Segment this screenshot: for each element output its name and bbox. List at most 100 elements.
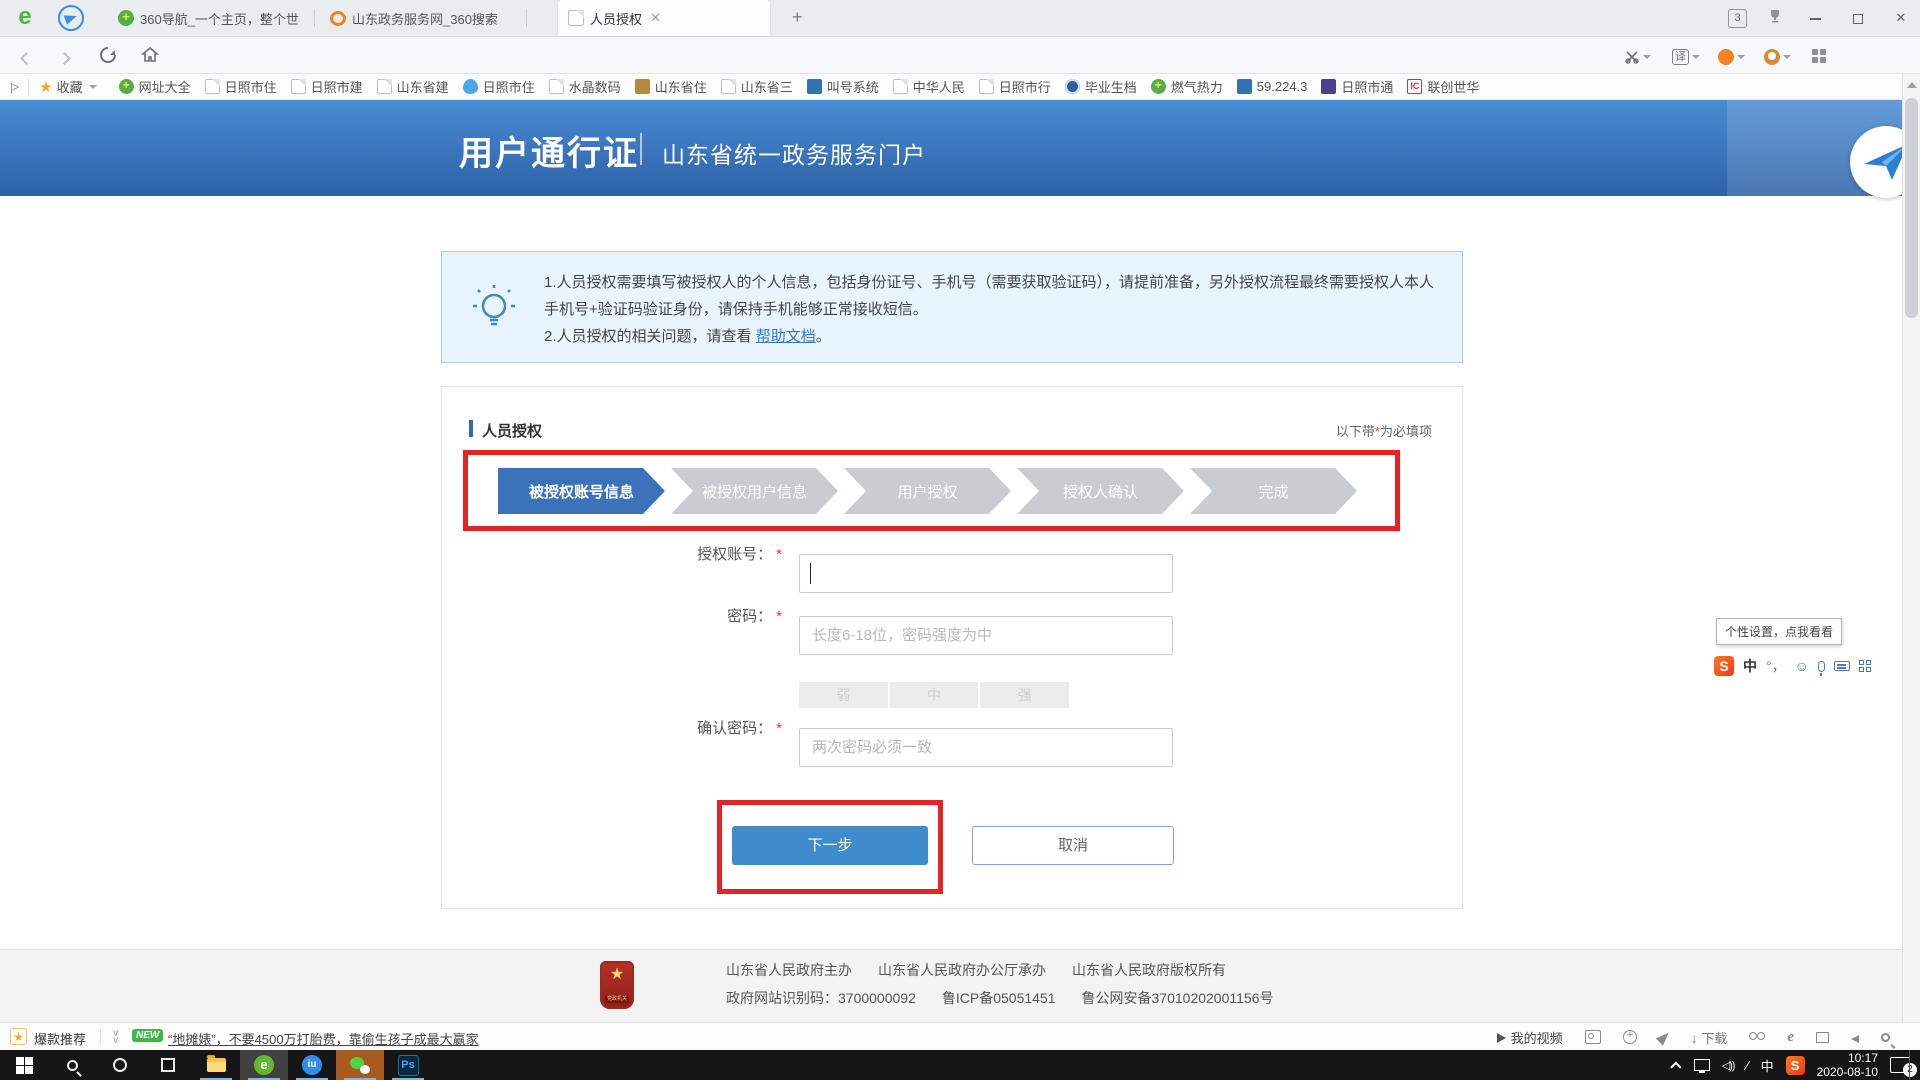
rewards-trophy-icon[interactable]	[1760, 8, 1790, 28]
taskbar-clock[interactable]: 10:17 2020-08-10	[1817, 1051, 1878, 1079]
ime-punctuation-icon[interactable]: °，	[1766, 658, 1786, 674]
show-desktop-strip[interactable]	[1909, 1050, 1914, 1080]
speedup-icon[interactable]	[1623, 1030, 1637, 1044]
bookmark-item[interactable]: 59.224.3	[1237, 79, 1308, 94]
taskbar-search-button[interactable]	[48, 1050, 96, 1080]
close-button[interactable]: ✕	[1886, 8, 1916, 28]
new-tab-button[interactable]: +	[792, 7, 803, 28]
mute-speaker-icon[interactable]	[1851, 1035, 1859, 1043]
wechat-button[interactable]	[336, 1050, 384, 1080]
next-step-button[interactable]: 下一步	[732, 826, 928, 865]
boost-rocket-icon[interactable]	[1656, 1029, 1672, 1045]
bookmark-item[interactable]: 山东省住	[635, 77, 707, 96]
bookmark-item[interactable]: 日照市住	[205, 77, 277, 96]
file-explorer-button[interactable]	[192, 1050, 240, 1080]
bookmark-item[interactable]: 日照市住	[463, 77, 535, 96]
game-center-button[interactable]	[1718, 49, 1745, 65]
notice-text: 1.人员授权需要填写被授权人的个人信息，包括身份证号、手机号（需要获取验证码），…	[544, 269, 1444, 350]
ime-lang-indicator[interactable]: 中	[1761, 1056, 1774, 1075]
bookmark-item[interactable]: 日照市通	[1321, 77, 1393, 96]
ime-mode-chinese[interactable]: 中	[1743, 658, 1757, 674]
ime-keyboard-icon[interactable]	[1834, 661, 1850, 671]
account-input[interactable]	[799, 554, 1173, 593]
download-button[interactable]: ↓ 下载	[1691, 1028, 1728, 1047]
home-icon[interactable]	[141, 46, 159, 69]
bookmarks-expand-icon[interactable]: |>	[10, 80, 18, 94]
bookmark-item[interactable]: 网址大全	[119, 77, 191, 96]
promo-label[interactable]: 爆款推荐	[34, 1029, 86, 1048]
bookmark-item[interactable]: 水晶数码	[549, 77, 621, 96]
bookmark-item[interactable]: 叫号系统	[807, 77, 879, 96]
chevron-down-icon[interactable]	[1643, 55, 1651, 59]
apps-grid-button[interactable]	[1812, 49, 1826, 63]
tab-personnel-auth[interactable]: 人员授权 ✕	[558, 0, 770, 36]
my-video-button[interactable]: 我的视频	[1497, 1028, 1563, 1047]
screenshot-tool-button[interactable]	[1624, 49, 1651, 65]
ime-toolbox-icon[interactable]	[1859, 660, 1872, 673]
bookmark-label: 日照市通	[1341, 77, 1393, 96]
scroll-up-icon[interactable]	[1907, 82, 1917, 88]
minimize-button[interactable]	[1800, 8, 1830, 28]
bookmark-item[interactable]: 毕业生档	[1065, 77, 1137, 96]
help-doc-link[interactable]: 帮助文档	[756, 328, 816, 345]
notification-chat-icon[interactable]: 2	[1890, 1057, 1910, 1073]
tray-expand-icon[interactable]	[1670, 1061, 1681, 1072]
zoom-icon[interactable]	[1881, 1033, 1890, 1042]
news-headline-link[interactable]: “地摊婊”，不要4500万打胎费，靠偷生孩子成最大赢家	[168, 1029, 479, 1048]
window-split-icon[interactable]	[1816, 1032, 1829, 1043]
tab-close-icon[interactable]: ✕	[650, 10, 661, 26]
bookmark-label: 燃气热力	[1171, 77, 1223, 96]
sogou-logo-icon[interactable]: S	[1714, 656, 1734, 676]
restore-button[interactable]	[1843, 8, 1873, 28]
scrollbar-thumb[interactable]	[1905, 98, 1918, 318]
bookmark-item[interactable]: IC联创世华	[1407, 77, 1479, 96]
cancel-button[interactable]: 取消	[972, 826, 1174, 865]
ime-emoji-icon[interactable]: ☺	[1795, 658, 1809, 674]
back-icon[interactable]	[22, 50, 31, 68]
chevron-down-icon[interactable]	[1783, 55, 1791, 59]
required-note: 以下带*为必填项	[1336, 421, 1432, 440]
bookmark-item[interactable]: 山东省三	[721, 77, 793, 96]
ie-compat-icon[interactable]: e	[1787, 1029, 1794, 1046]
chevron-down-icon[interactable]	[89, 85, 97, 89]
password-input[interactable]	[799, 616, 1173, 655]
cortana-button[interactable]	[96, 1050, 144, 1080]
favorites-menu[interactable]: ★ 收藏	[39, 77, 96, 96]
step-account-info: 被授权账号信息	[498, 468, 665, 514]
bookmark-item[interactable]: 山东省建	[377, 77, 449, 96]
chevron-down-icon[interactable]	[1692, 55, 1700, 59]
tab-count-box[interactable]: 3	[1728, 9, 1747, 28]
iu-app-button[interactable]: iu	[288, 1050, 336, 1080]
volume-icon[interactable]: ◁))	[1722, 1059, 1735, 1072]
photoshop-button[interactable]: Ps	[384, 1050, 432, 1080]
translate-button[interactable]: 译	[1672, 49, 1700, 65]
network-icon[interactable]	[1694, 1059, 1710, 1071]
browser-360-logo-icon[interactable]: e	[12, 5, 38, 31]
lightbulb-icon	[472, 284, 516, 337]
tab-sd-search[interactable]: 山东政务服务网_360搜索	[320, 0, 526, 36]
pen-icon[interactable]: ⁄	[1746, 1058, 1748, 1073]
chevron-down-icon[interactable]	[1737, 55, 1745, 59]
sogou-tray-icon[interactable]: S	[1786, 1056, 1805, 1075]
ime-mic-icon[interactable]	[1818, 661, 1825, 672]
account-avatar-button[interactable]	[1764, 49, 1791, 65]
collapse-icon[interactable]: ∨∨	[112, 1030, 119, 1044]
refresh-icon[interactable]	[99, 46, 117, 69]
forward-icon[interactable]	[60, 50, 69, 68]
page-scrollbar[interactable]	[1902, 74, 1920, 1050]
bookmark-label: 网址大全	[139, 77, 191, 96]
ime-tooltip[interactable]: 个性设置，点我看看	[1716, 618, 1842, 645]
snapshot-icon[interactable]	[1585, 1030, 1601, 1044]
bookmark-item[interactable]: 中华人民	[893, 77, 965, 96]
nav-plane-icon[interactable]	[58, 5, 84, 31]
tab-360-nav[interactable]: 360导航_一个主页，整个世界	[108, 0, 314, 36]
promo-star-icon[interactable]: ★	[10, 1028, 27, 1045]
browser-360-button[interactable]: e	[240, 1050, 288, 1080]
bookmark-item[interactable]: 燃气热力	[1151, 77, 1223, 96]
bookmark-item[interactable]: 日照市建	[291, 77, 363, 96]
task-view-button[interactable]	[144, 1050, 192, 1080]
confirm-password-input[interactable]	[799, 728, 1173, 767]
bookmark-item[interactable]: 日照市行	[979, 77, 1051, 96]
start-button[interactable]	[0, 1050, 48, 1080]
incognito-glasses-icon[interactable]	[1749, 1030, 1765, 1044]
